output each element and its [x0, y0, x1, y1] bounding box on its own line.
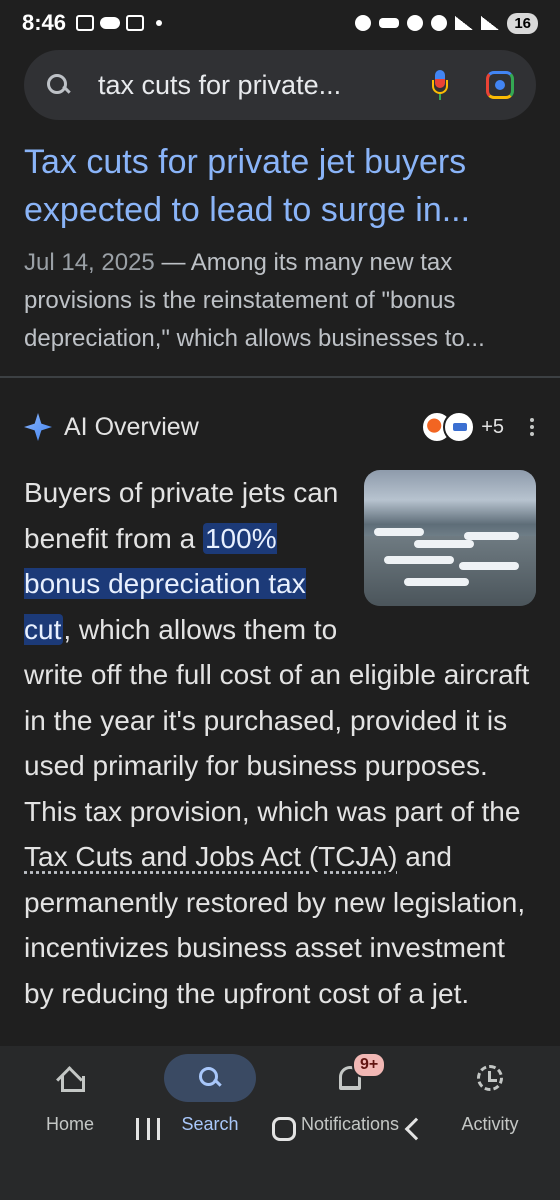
mute-icon: [407, 15, 424, 31]
status-right-icons: 16: [355, 12, 538, 34]
search-result: Tax cuts for private jet buyers expected…: [24, 138, 536, 358]
home-button-icon[interactable]: [272, 1117, 296, 1141]
search-input[interactable]: tax cuts for private...: [98, 70, 416, 101]
ai-overview-title: AI Overview: [64, 412, 199, 441]
source-favicon-icon[interactable]: [443, 411, 476, 443]
vpn-key-icon: [379, 18, 400, 28]
do-not-disturb-icon: [355, 15, 372, 31]
result-snippet: Jul 14, 2025 — Among its many new tax pr…: [24, 244, 536, 358]
ai-overview-body: Buyers of private jets can benefit from …: [24, 470, 536, 1016]
private-jets-image[interactable]: [364, 470, 536, 606]
ai-body-intro: Buyers of private jets can benefit from …: [24, 477, 339, 554]
status-left-icons: [76, 15, 163, 31]
more-vert-icon[interactable]: [530, 418, 536, 436]
microphone-icon[interactable]: [432, 70, 448, 100]
tcja-link[interactable]: Tax Cuts and Jobs Act (TCJA): [24, 841, 397, 872]
recents-icon[interactable]: [136, 1118, 160, 1140]
result-title-link[interactable]: Tax cuts for private jet buyers expected…: [24, 138, 536, 234]
notification-badge: 9+: [352, 1052, 387, 1078]
ai-overview-header: AI Overview +5: [24, 405, 536, 449]
status-time: 8:46: [22, 10, 67, 35]
status-bar: 8:46 16: [0, 0, 560, 46]
cloud-icon: [100, 17, 121, 29]
home-icon: [58, 1067, 85, 1092]
divider: [0, 376, 560, 378]
system-nav-bar: [0, 1104, 560, 1154]
ai-body-text: , which allows them to write off the ful…: [24, 613, 530, 827]
location-icon: [431, 15, 448, 31]
battery-indicator: 16: [507, 12, 538, 34]
search-icon: [198, 1066, 222, 1090]
screenshot-icon: [76, 15, 95, 31]
wifi-icon: [455, 16, 474, 30]
search-icon: [46, 73, 70, 97]
cell-signal-icon: [481, 16, 500, 30]
sources-more-count[interactable]: +5: [481, 416, 504, 439]
search-bar[interactable]: tax cuts for private...: [24, 50, 536, 120]
ai-sparkle-icon: [24, 413, 52, 441]
calendar-icon: [126, 15, 145, 31]
activity-icon: [477, 1065, 503, 1091]
more-notifications-dot-icon: [156, 20, 163, 26]
result-date: Jul 14, 2025: [24, 249, 155, 276]
ai-sources[interactable]: +5: [421, 411, 504, 443]
google-lens-icon[interactable]: [486, 71, 514, 99]
back-icon[interactable]: [404, 1117, 428, 1141]
